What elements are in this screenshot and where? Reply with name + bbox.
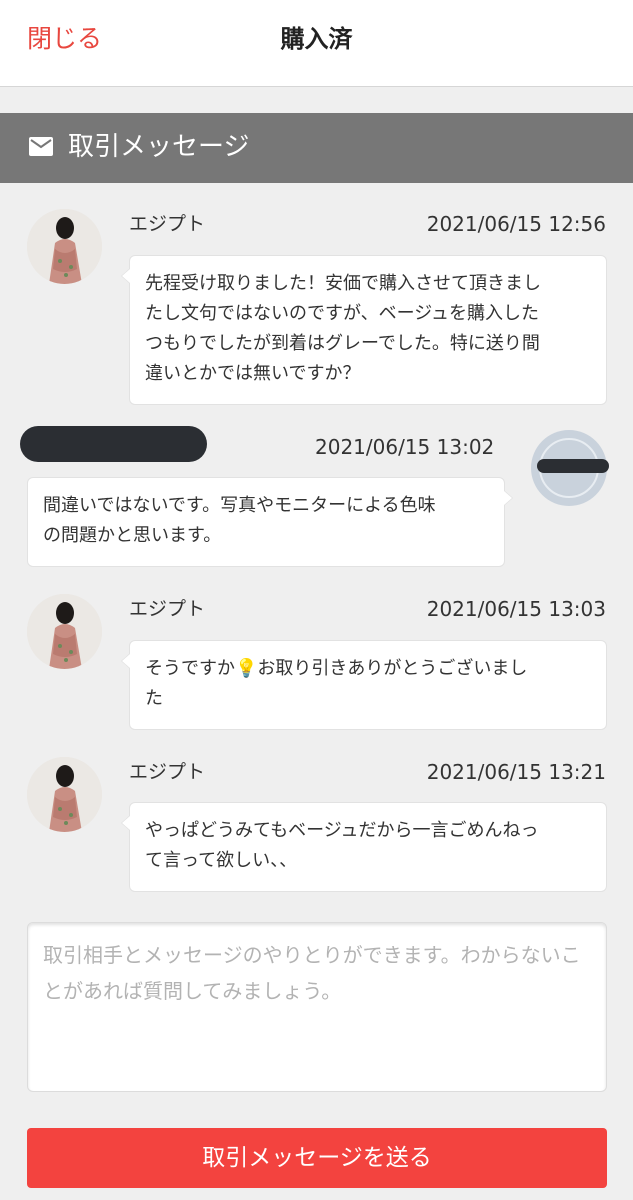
- mail-icon: [29, 137, 53, 156]
- message-bubble: そうですか💡お取り引きありがとうございまし た: [121, 640, 607, 730]
- redacted-avatar-bar: [537, 459, 609, 473]
- avatar-photo-icon: [27, 209, 102, 284]
- message-bubble: 間違いではないです。写真やモニターによる色味 の問題かと思います。: [27, 477, 513, 567]
- avatar-photo-icon: [27, 594, 102, 669]
- redacted-name: [20, 426, 207, 462]
- sender-name: エジプト: [129, 761, 206, 783]
- message-section-header: 取引メッセージ: [0, 113, 633, 183]
- sender-name: エジプト: [129, 598, 206, 620]
- top-nav-bar: 閉じる 購入済: [0, 0, 633, 87]
- message-time: 2021/06/15 13:02: [315, 435, 495, 459]
- message-time: 2021/06/15 13:03: [426, 597, 606, 621]
- message-time: 2021/06/15 12:56: [426, 212, 606, 236]
- message-bubble: やっぱどうみてもベージュだから一言ごめんねっ て言って欲しい、、: [121, 802, 607, 892]
- message-time: 2021/06/15 13:21: [426, 760, 606, 784]
- send-message-button[interactable]: 取引メッセージを送る: [27, 1128, 607, 1188]
- seller-avatar[interactable]: [27, 594, 102, 669]
- avatar-photo-icon: [27, 757, 102, 832]
- seller-avatar[interactable]: [27, 757, 102, 832]
- sender-name: エジプト: [129, 213, 206, 235]
- page-title: 購入済: [280, 25, 353, 53]
- message-input[interactable]: 取引相手とメッセージのやりとりができます。わからないことがあれば質問してみましょ…: [27, 922, 607, 1092]
- seller-avatar[interactable]: [27, 209, 102, 284]
- section-title: 取引メッセージ: [68, 132, 250, 162]
- message-bubble: 先程受け取りました！安価で購入させて頂きまし たし文句ではないのですが、ベージュ…: [121, 255, 607, 405]
